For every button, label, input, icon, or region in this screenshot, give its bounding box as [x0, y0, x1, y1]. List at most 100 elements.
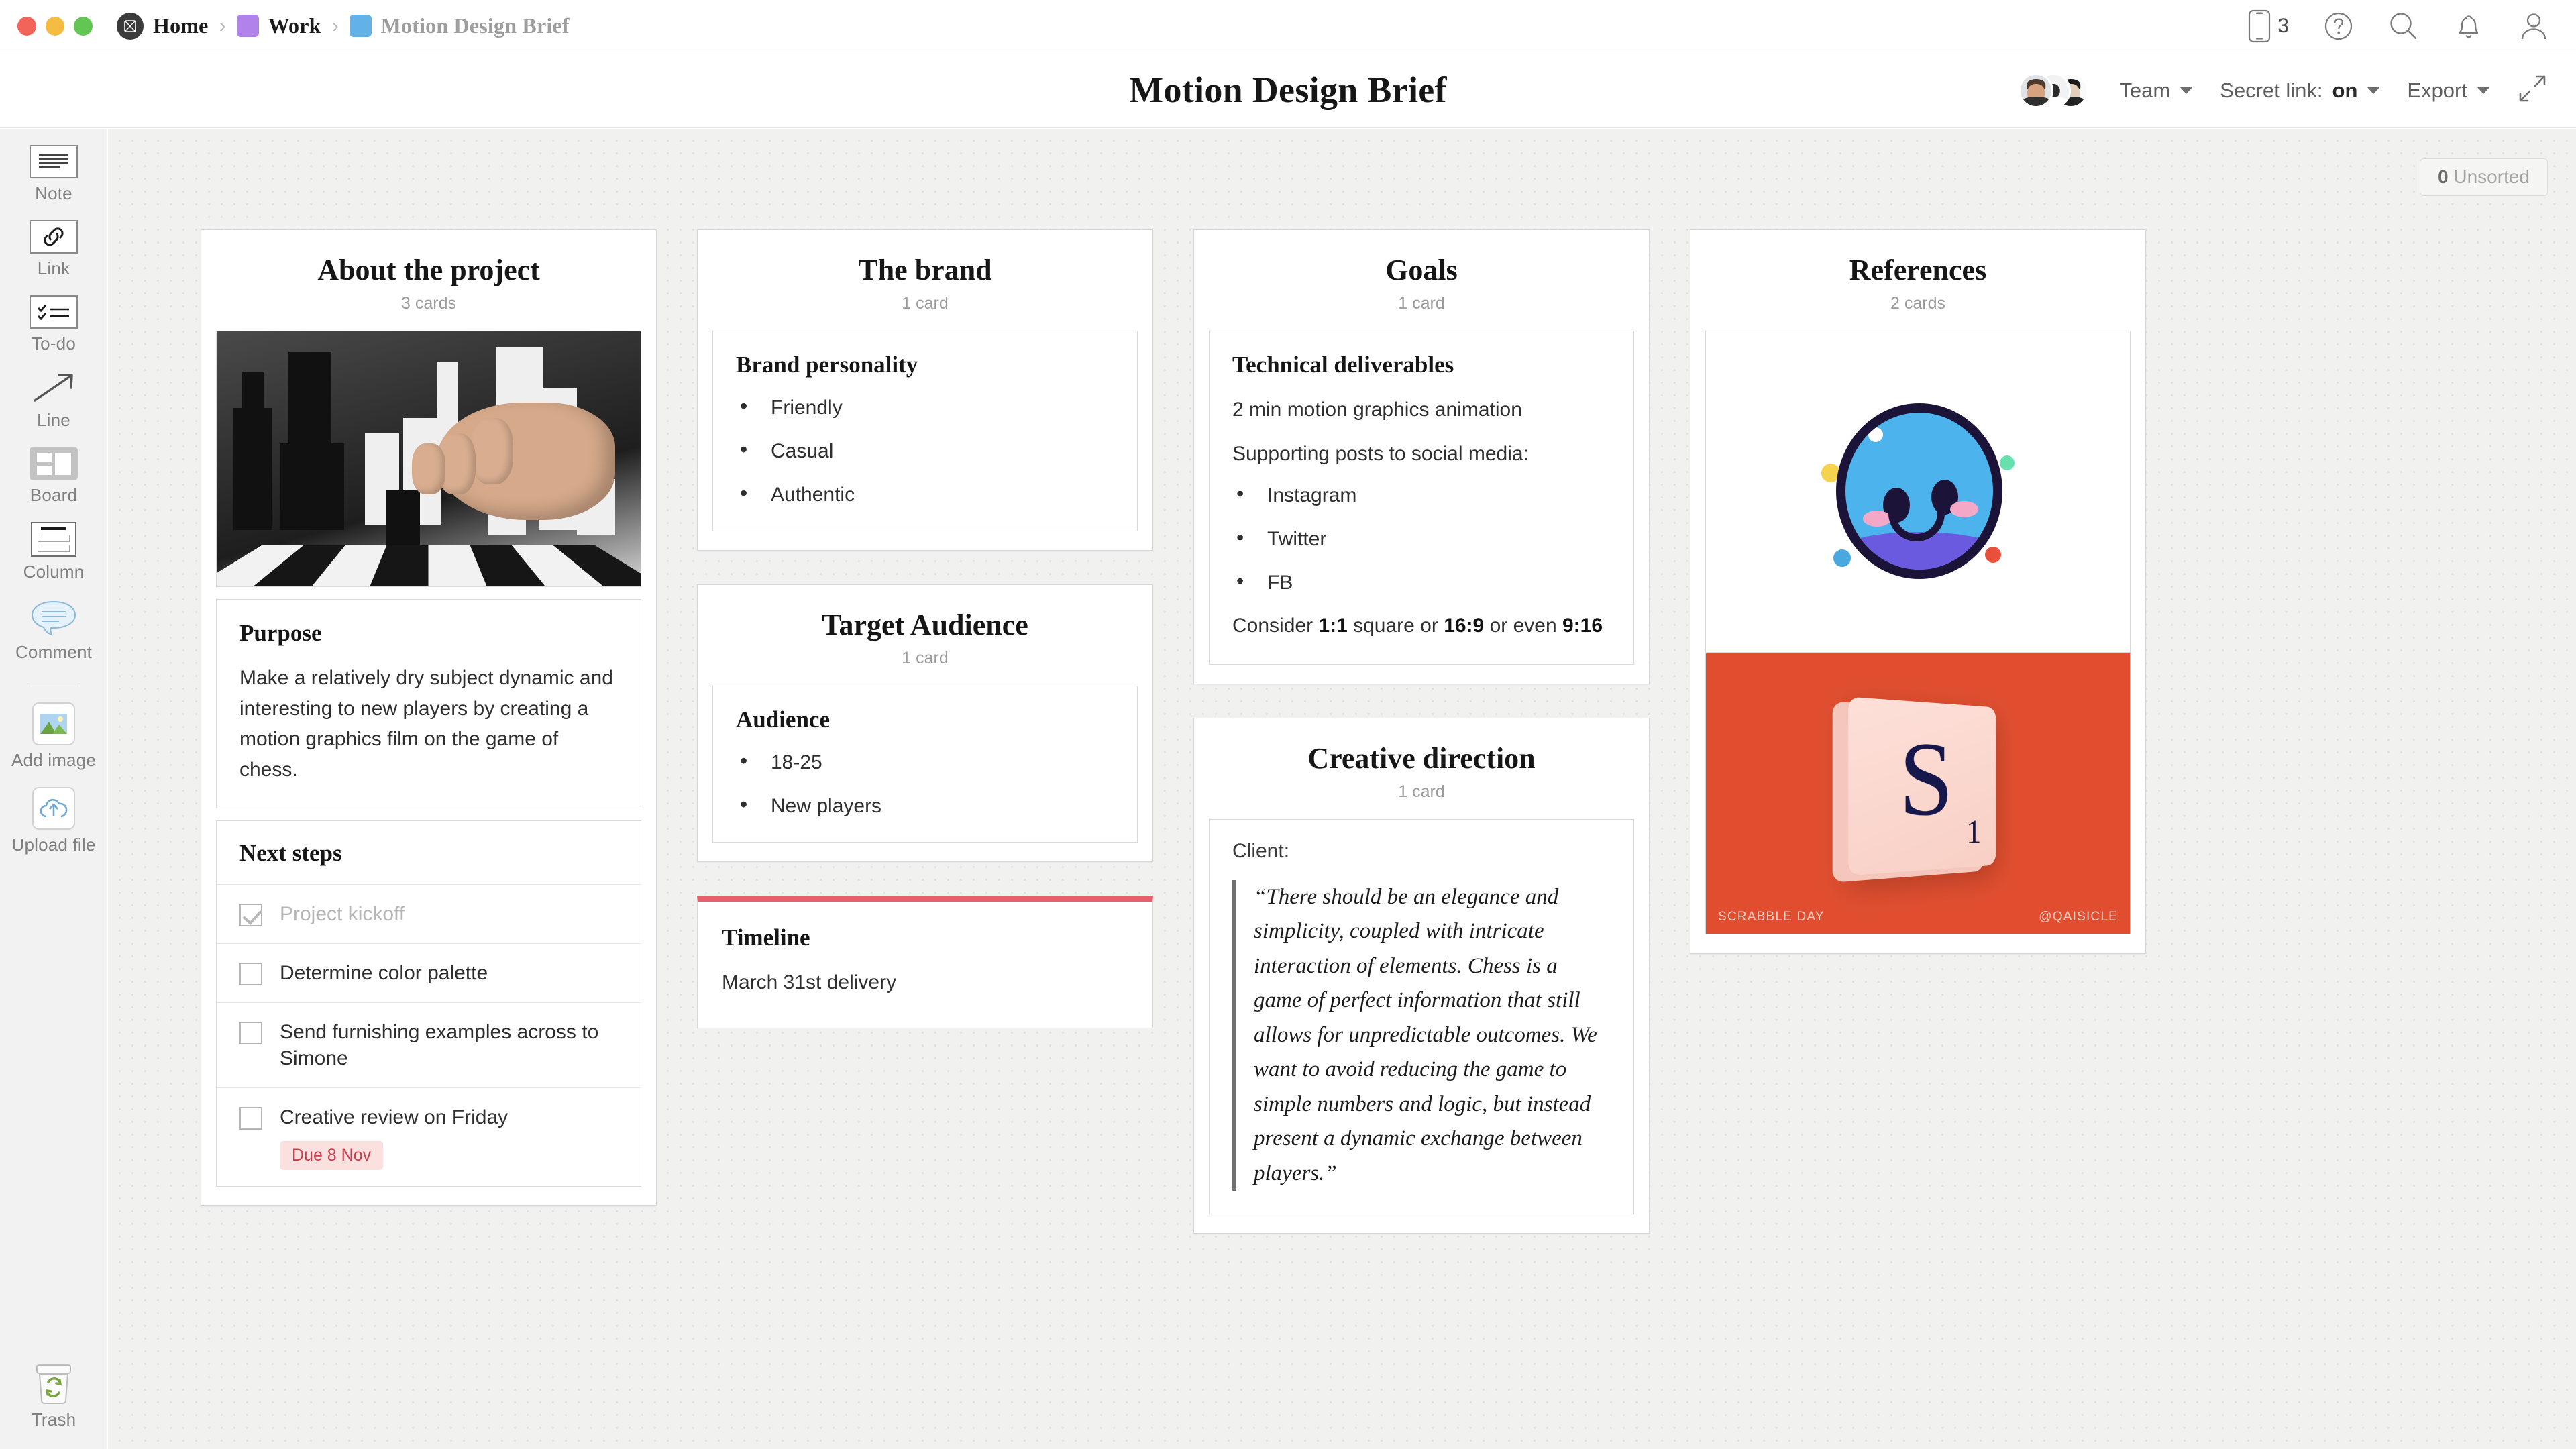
toolbar-item-link[interactable]: Link: [0, 220, 107, 279]
column-card-about[interactable]: About the project 3 cards: [201, 229, 657, 1206]
column-card-target-audience[interactable]: Target Audience 1 card Audience 18-25 Ne…: [697, 584, 1153, 862]
maximize-window-button[interactable]: [74, 17, 93, 36]
column-card-creative-direction[interactable]: Creative direction 1 card Client: “There…: [1193, 718, 1650, 1234]
todo-item[interactable]: Project kickoff: [217, 884, 641, 943]
bell-icon[interactable]: [2454, 11, 2483, 42]
column-header: The brand 1 card: [712, 253, 1138, 331]
toolbar-label-link: Link: [38, 258, 70, 279]
breadcrumb-item-home[interactable]: Home: [117, 13, 209, 40]
note-card-technical-deliverables[interactable]: Technical deliverables 2 min motion grap…: [1209, 331, 1634, 665]
secret-link-menu-button[interactable]: Secret link: on: [2220, 78, 2380, 103]
topbar-actions: 3: [2248, 9, 2549, 43]
secret-link-value: on: [2332, 78, 2358, 103]
toolbar-item-trash[interactable]: Trash: [0, 1363, 107, 1430]
note-card-brand-personality[interactable]: Brand personality Friendly Casual Authen…: [712, 331, 1138, 531]
column-card-count: 1 card: [1209, 782, 1634, 802]
todo-label: Determine color palette: [280, 960, 488, 986]
checkbox[interactable]: [239, 1022, 262, 1044]
minimize-window-button[interactable]: [46, 17, 64, 36]
unsorted-label: Unsorted: [2453, 166, 2530, 187]
image-card-blob[interactable]: [1705, 331, 2131, 653]
column-title: Target Audience: [712, 608, 1138, 642]
secret-link-label: Secret link:: [2220, 78, 2322, 103]
toolbar-item-column[interactable]: Column: [0, 522, 107, 582]
footer-part-bold: 9:16: [1562, 614, 1603, 637]
phone-icon[interactable]: 3: [2248, 9, 2289, 43]
avatar-group[interactable]: [2019, 72, 2092, 109]
toolbar-item-line[interactable]: Line: [0, 370, 107, 431]
column-header: Target Audience 1 card: [712, 608, 1138, 686]
checkbox[interactable]: [239, 963, 262, 985]
column-card-count: 2 cards: [1705, 294, 2131, 313]
note-card-purpose[interactable]: Purpose Make a relatively dry subject dy…: [216, 599, 641, 808]
line-arrow-icon: [30, 370, 78, 405]
column-title: Creative direction: [1209, 741, 1634, 775]
avatar[interactable]: [2019, 73, 2053, 108]
note-card-audience[interactable]: Audience 18-25 New players: [712, 686, 1138, 843]
toolbar-item-add-image[interactable]: Add image: [0, 702, 107, 771]
export-menu-button[interactable]: Export: [2407, 78, 2490, 103]
unsorted-badge[interactable]: 0 Unsorted: [2420, 158, 2548, 196]
close-window-button[interactable]: [17, 17, 36, 36]
left-toolbar: Note Link To-do Line: [0, 129, 107, 1449]
phone-count: 3: [2277, 15, 2289, 38]
bullet-item: Authentic: [736, 482, 1114, 508]
column-header: Creative direction 1 card: [1209, 741, 1634, 819]
checkbox-checked[interactable]: [239, 904, 262, 926]
todo-item[interactable]: Determine color palette: [217, 943, 641, 1002]
note-card-client-quote[interactable]: Client: “There should be an elegance and…: [1209, 819, 1634, 1214]
card-title: Audience: [736, 706, 1114, 733]
column-card-goals[interactable]: Goals 1 card Technical deliverables 2 mi…: [1193, 229, 1650, 684]
image-card-scrabble[interactable]: S 1 SCRABBLE DAY @QAISICLE: [1705, 653, 2131, 934]
window-controls[interactable]: [17, 17, 93, 36]
board-canvas[interactable]: 0 Unsorted About the project 3 cards: [108, 129, 2576, 1449]
help-icon[interactable]: [2324, 11, 2353, 41]
upload-cloud-icon: [32, 787, 75, 830]
chevron-down-icon: [2477, 87, 2490, 94]
note-card-timeline[interactable]: Timeline March 31st delivery: [697, 896, 1153, 1028]
bullet-item: Friendly: [736, 394, 1114, 421]
card-title: Purpose: [239, 620, 618, 647]
todo-item[interactable]: Creative review on Friday Due 8 Nov: [217, 1087, 641, 1186]
toolbar-item-board[interactable]: Board: [0, 447, 107, 506]
column-card-brand[interactable]: The brand 1 card Brand personality Frien…: [697, 229, 1153, 551]
image-card-chess[interactable]: [216, 331, 641, 587]
link-icon: [30, 220, 78, 254]
footer-part-bold: 16:9: [1444, 614, 1484, 637]
bullet-item: 18-25: [736, 749, 1114, 775]
toolbar-item-todo[interactable]: To-do: [0, 295, 107, 354]
card-title: Technical deliverables: [1232, 352, 1611, 378]
window-titlebar: Home › Work › Motion Design Brief 3: [0, 0, 2576, 52]
team-label: Team: [2119, 78, 2170, 103]
toolbar-label-add-image: Add image: [11, 750, 96, 771]
document-actions: Team Secret link: on Export: [2019, 52, 2548, 128]
card-title: Brand personality: [736, 352, 1114, 378]
blockquote: “There should be an elegance and simplic…: [1232, 880, 1611, 1191]
trash-icon: [34, 1363, 74, 1405]
toolbar-item-upload-file[interactable]: Upload file: [0, 787, 107, 855]
checkbox[interactable]: [239, 1107, 262, 1130]
todo-card-next-steps[interactable]: Next steps Project kickoff Determine col…: [216, 820, 641, 1187]
footer-part: Consider: [1232, 614, 1318, 637]
expand-arrows-icon[interactable]: [2517, 73, 2548, 107]
todo-item[interactable]: Send furnishing examples across to Simon…: [217, 1002, 641, 1087]
breadcrumb-item-work[interactable]: Work: [237, 13, 321, 38]
card-title: Timeline: [722, 924, 1128, 951]
account-icon[interactable]: [2518, 11, 2549, 42]
card-paragraph: March 31st delivery: [722, 967, 1128, 998]
bullet-item: Instagram: [1232, 482, 1611, 508]
page-title: Motion Design Brief: [1129, 69, 1447, 111]
toolbar-item-note[interactable]: Note: [0, 145, 107, 204]
breadcrumb-item-current[interactable]: Motion Design Brief: [350, 13, 570, 38]
card-paragraph: Make a relatively dry subject dynamic an…: [239, 663, 618, 785]
toolbar-item-comment[interactable]: Comment: [0, 598, 107, 663]
card-paragraph: 2 min motion graphics animation: [1232, 394, 1611, 425]
column-card-count: 3 cards: [216, 294, 641, 313]
column-card-references[interactable]: References 2 cards: [1690, 229, 2146, 954]
blue-square-icon: [350, 15, 372, 37]
milanote-logo-icon: [117, 13, 144, 40]
bullet-item: FB: [1232, 570, 1611, 596]
team-menu-button[interactable]: Team: [2119, 78, 2193, 103]
blue-smiley-blob-illustration: [1706, 331, 2130, 652]
search-icon[interactable]: [2388, 11, 2419, 42]
